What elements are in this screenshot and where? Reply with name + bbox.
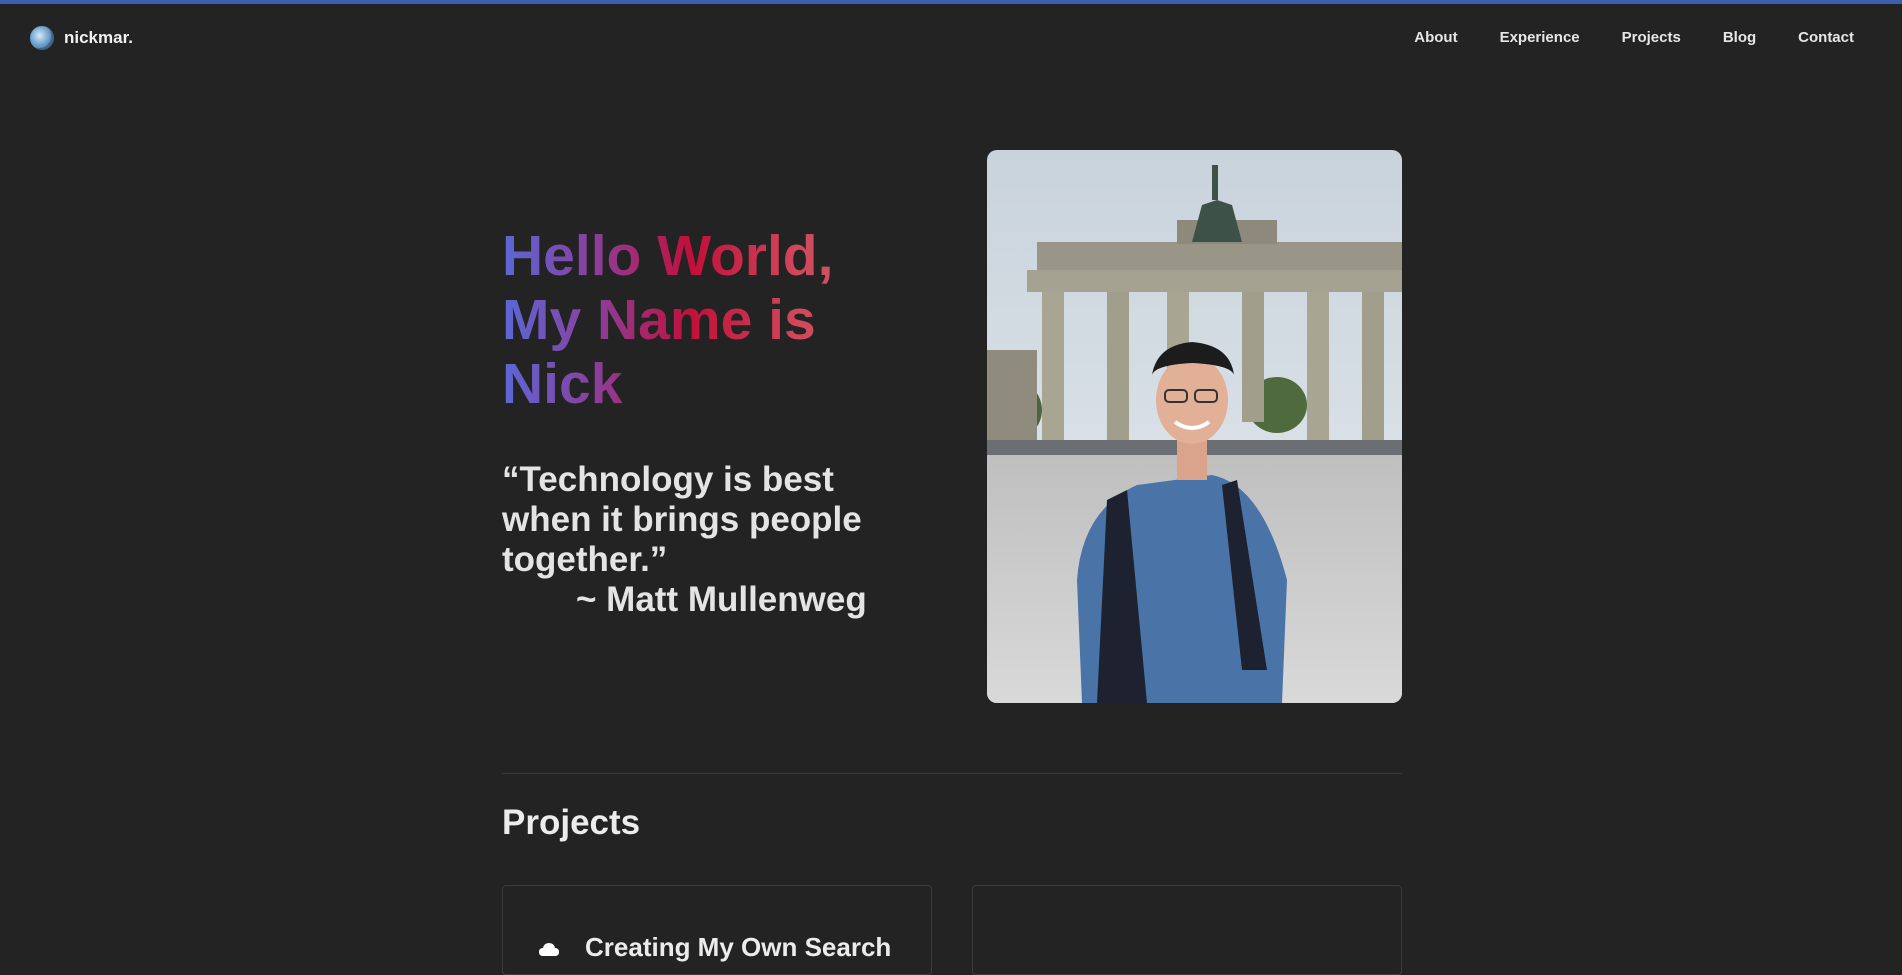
- project-card[interactable]: Creating My Own Search: [502, 885, 932, 975]
- project-card[interactable]: [972, 885, 1402, 975]
- hero-title-line-1: Hello World,: [502, 224, 834, 288]
- profile-photo: [987, 150, 1402, 703]
- brand-name: nickmar.: [64, 28, 133, 47]
- nav-link-contact[interactable]: Contact: [1798, 29, 1854, 46]
- nav-link-blog[interactable]: Blog: [1723, 29, 1756, 46]
- cloud-icon: [539, 943, 559, 956]
- brand-link[interactable]: nickmar.: [30, 26, 133, 50]
- hero-title-line-2: My Name is: [502, 288, 816, 352]
- nav-link-experience[interactable]: Experience: [1500, 29, 1580, 46]
- profile-photo-illustration: [987, 150, 1402, 703]
- quote-author: ~ Matt Mullenweg: [576, 580, 867, 619]
- nav-link-projects[interactable]: Projects: [1622, 29, 1681, 46]
- section-divider: [502, 773, 1402, 774]
- hero-title: Hello World, My Name is Nick: [502, 224, 922, 416]
- navbar: nickmar. About Experience Projects Blog …: [0, 4, 1902, 70]
- projects-heading: Projects: [502, 803, 641, 842]
- hero-quote: “Technology is best when it brings peopl…: [502, 460, 922, 620]
- nav-menu: About Experience Projects Blog Contact: [1414, 29, 1854, 46]
- project-card-title: Creating My Own Search: [585, 932, 892, 962]
- hero-title-line-3: Nick: [502, 352, 623, 416]
- nav-link-about[interactable]: About: [1414, 29, 1457, 46]
- quote-text: “Technology is best when it brings peopl…: [502, 460, 862, 579]
- globe-logo-icon: [30, 26, 54, 50]
